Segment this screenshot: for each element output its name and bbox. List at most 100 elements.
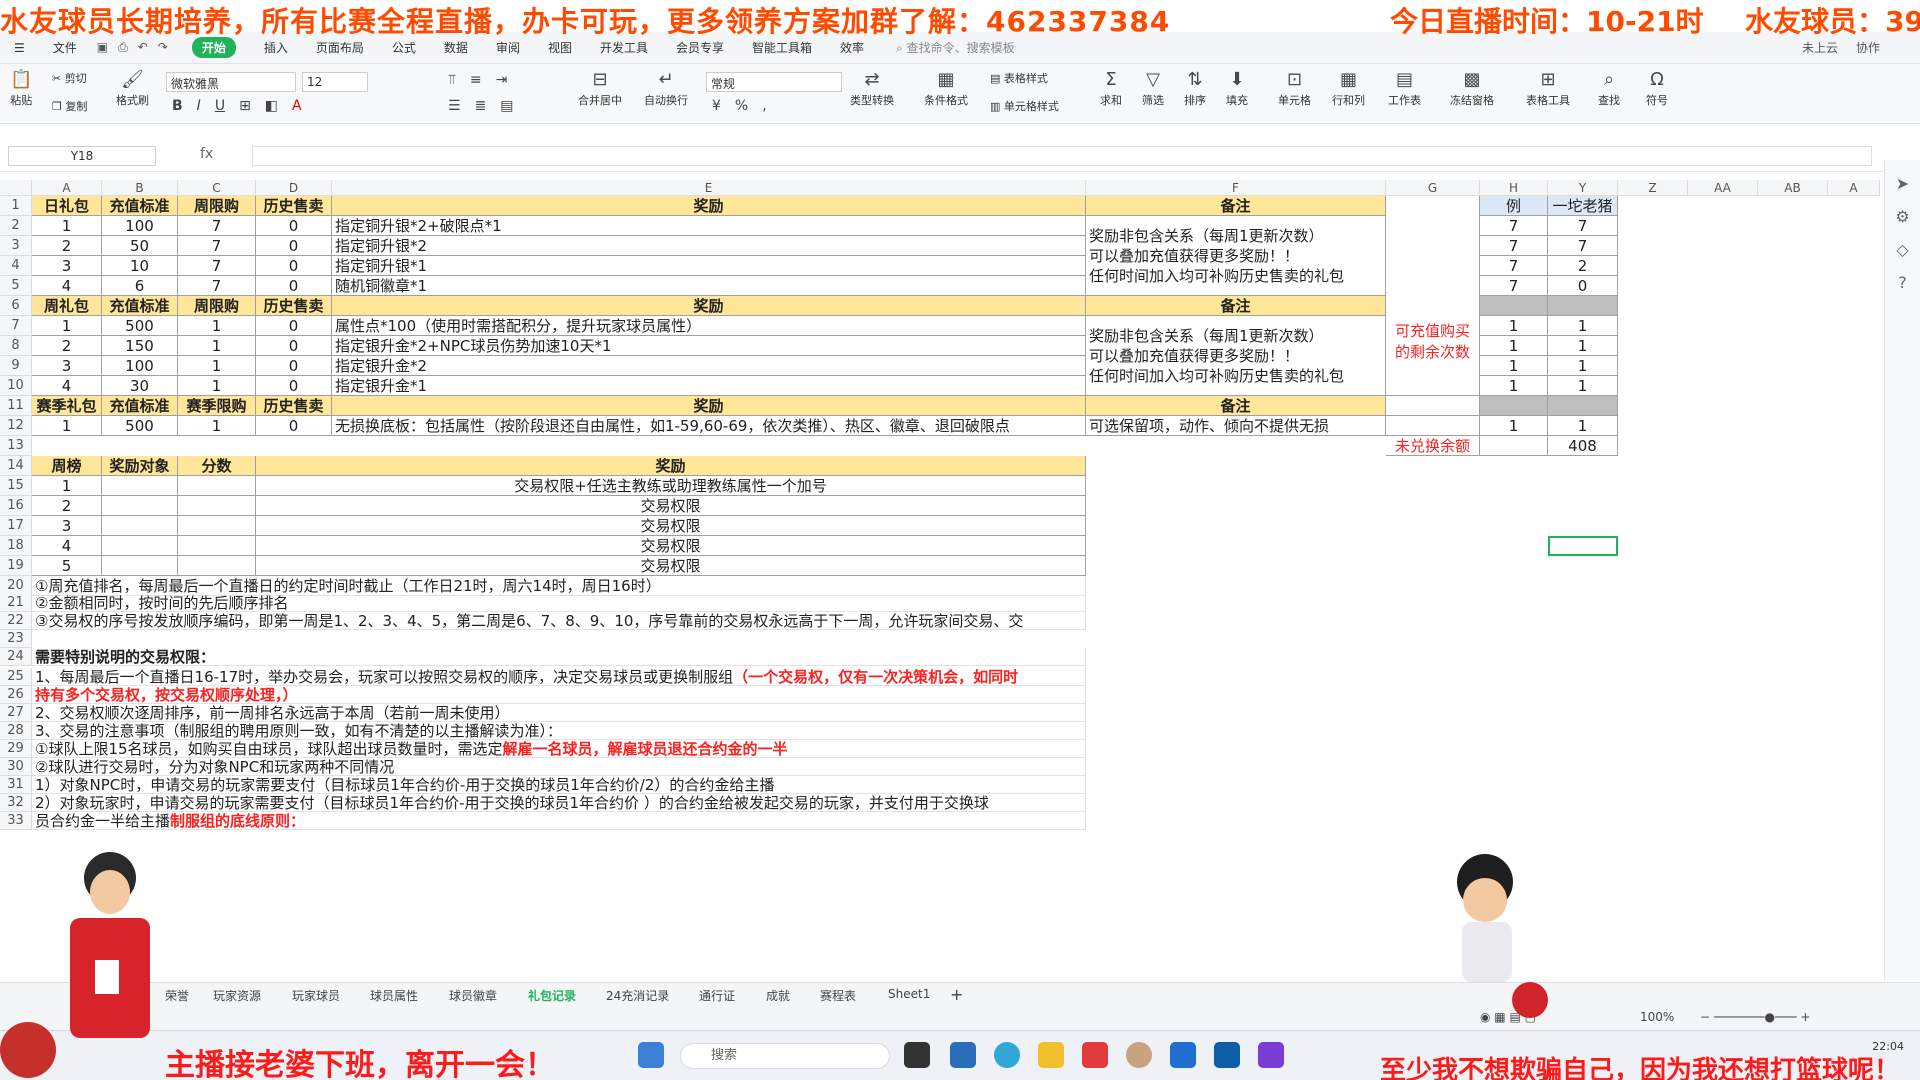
season-cell[interactable]: 1	[32, 416, 102, 436]
menu-tab-developer[interactable]: 开发工具	[600, 39, 648, 56]
tab-player-badges[interactable]: 球员徽章	[449, 987, 497, 1004]
command-search[interactable]: ⌕ 查找命令、搜索模板	[896, 39, 1015, 56]
weekly-header-cell[interactable]: 周限购	[178, 296, 256, 316]
example-count-cell[interactable]: 1	[1480, 416, 1548, 436]
merge-center-button[interactable]: ⊟ 合并居中	[578, 68, 622, 108]
hamburger-icon[interactable]: ☰	[14, 41, 25, 55]
cell[interactable]	[1386, 416, 1480, 436]
example-count-cell[interactable]: 7	[1480, 236, 1548, 256]
note-row[interactable]: 2、交易权顺次逐周排序，前一周排名永远高于本周（若前一周未使用）	[32, 704, 1086, 722]
player-count-cell[interactable]: 1	[1548, 376, 1618, 396]
note-row[interactable]: 持有多个交易权，按交易权顺序处理，）	[32, 686, 1086, 704]
tab-pass[interactable]: 通行证	[699, 987, 735, 1004]
row-header[interactable]: 29	[0, 740, 32, 758]
weekly-cell[interactable]: 0	[256, 336, 332, 356]
col-header-e[interactable]: E	[332, 180, 1086, 196]
example-count-cell[interactable]: 1	[1480, 316, 1548, 336]
symbol-button[interactable]: Ω 符号	[1646, 68, 1668, 108]
border-icon[interactable]: ⊞	[239, 98, 251, 114]
col-header-f[interactable]: F	[1086, 180, 1386, 196]
ranking-score-cell[interactable]	[178, 496, 256, 516]
fill-color-icon[interactable]: ◧	[265, 98, 278, 114]
season-header-cell[interactable]: 奖励	[332, 396, 1086, 416]
row-header[interactable]: 3	[0, 236, 32, 256]
ranking-score-cell[interactable]	[178, 516, 256, 536]
mail-icon[interactable]	[950, 1042, 976, 1068]
col-header-b[interactable]: B	[102, 180, 178, 196]
col-header-a[interactable]: A	[32, 180, 102, 196]
row-header[interactable]: 19	[0, 556, 32, 576]
weekly-cell[interactable]: 150	[102, 336, 178, 356]
table-tools-button[interactable]: ⊞ 表格工具	[1526, 68, 1570, 108]
daily-cell[interactable]: 3	[32, 256, 102, 276]
copy-button[interactable]: ❐ 复制	[52, 98, 87, 114]
conditional-format-button[interactable]: ▦ 条件格式	[924, 68, 968, 108]
tab-player-attributes[interactable]: 球员属性	[370, 987, 418, 1004]
ranking-reward-cell[interactable]: 交易权限+任选主教练或助理教练属性一个加号	[256, 476, 1086, 496]
daily-header-cell[interactable]: 日礼包	[32, 196, 102, 216]
example-count-cell[interactable]: 7	[1480, 276, 1548, 296]
example-count-cell[interactable]: 1	[1480, 336, 1548, 356]
daily-cell[interactable]: 0	[256, 256, 332, 276]
row-header[interactable]: 8	[0, 336, 32, 356]
col-header-c[interactable]: C	[178, 180, 256, 196]
remaining-label-cell[interactable]: 可充值购买的剩余次数	[1386, 196, 1480, 396]
tab-sheet1[interactable]: Sheet1	[888, 987, 930, 1001]
row-header[interactable]: 12	[0, 416, 32, 436]
row-header[interactable]: 4	[0, 256, 32, 276]
ranking-reward-cell[interactable]: 交易权限	[256, 496, 1086, 516]
player-count-cell[interactable]: 1	[1548, 336, 1618, 356]
find-button[interactable]: ⌕ 查找	[1598, 68, 1620, 108]
weekly-cell[interactable]: 0	[256, 356, 332, 376]
worksheet-button[interactable]: ▤ 工作表	[1388, 68, 1421, 108]
ranking-score-cell[interactable]	[178, 556, 256, 576]
weekly-cell[interactable]: 1	[178, 316, 256, 336]
align-center-icon[interactable]: ≣	[475, 98, 487, 114]
font-family-select[interactable]: 微软雅黑	[166, 72, 296, 92]
stream-app-icon[interactable]	[1258, 1042, 1284, 1068]
ranking-rank-cell[interactable]: 5	[32, 556, 102, 576]
currency-icon[interactable]: ¥	[712, 98, 721, 114]
player-count-cell[interactable]	[1548, 296, 1618, 316]
redo-icon[interactable]: ↷	[158, 40, 168, 55]
daily-cell[interactable]: 7	[178, 236, 256, 256]
settings-icon[interactable]: ⚙	[1885, 207, 1920, 226]
row-header[interactable]: 22	[0, 612, 32, 630]
daily-cell[interactable]: 2	[32, 236, 102, 256]
daily-reward-cell[interactable]: 指定铜升银*1	[332, 256, 1086, 276]
tab-player-resources[interactable]: 玩家资源	[213, 987, 261, 1004]
daily-cell[interactable]: 0	[256, 216, 332, 236]
sum-button[interactable]: Σ 求和	[1100, 68, 1122, 108]
row-header[interactable]: 30	[0, 758, 32, 776]
windows-start-icon[interactable]	[638, 1042, 664, 1068]
row-header[interactable]: 16	[0, 496, 32, 516]
filter-button[interactable]: ▽ 筛选	[1142, 68, 1164, 108]
menu-tab-efficiency[interactable]: 效率	[840, 39, 864, 56]
daily-reward-cell[interactable]: 指定铜升银*2+破限点*1	[332, 216, 1086, 236]
row-header[interactable]: 1	[0, 196, 32, 216]
weekly-header-cell[interactable]: 奖励	[332, 296, 1086, 316]
ranking-target-cell[interactable]	[102, 496, 178, 516]
row-header[interactable]: 24	[0, 648, 32, 666]
daily-cell[interactable]: 100	[102, 216, 178, 236]
bold-icon[interactable]: B	[172, 98, 183, 114]
season-header-cell[interactable]: 赛季礼包	[32, 396, 102, 416]
ranking-target-cell[interactable]	[102, 476, 178, 496]
ranking-reward-cell[interactable]: 交易权限	[256, 536, 1086, 556]
ranking-target-cell[interactable]	[102, 536, 178, 556]
weekly-header-cell[interactable]: 充值标准	[102, 296, 178, 316]
daily-cell[interactable]: 7	[178, 256, 256, 276]
indent-icon[interactable]: ⇥	[496, 72, 508, 88]
number-format-select[interactable]: 常规	[706, 72, 842, 92]
row-header[interactable]: 23	[0, 630, 32, 648]
weekly-cell[interactable]: 1	[178, 336, 256, 356]
tab-24-records[interactable]: 24充消记录	[606, 987, 669, 1004]
row-header[interactable]: 21	[0, 594, 32, 612]
collaborate-button[interactable]: 协作	[1856, 39, 1880, 56]
note-row[interactable]: ①周充值排名，每周最后一个直播日的约定时间时截止（工作日21时，周六14时，周日…	[32, 576, 1086, 596]
italic-icon[interactable]: I	[197, 98, 201, 114]
row-header[interactable]: 17	[0, 516, 32, 536]
daily-reward-cell[interactable]: 指定铜升银*2	[332, 236, 1086, 256]
app-icon[interactable]	[1170, 1042, 1196, 1068]
weekly-cell[interactable]: 30	[102, 376, 178, 396]
